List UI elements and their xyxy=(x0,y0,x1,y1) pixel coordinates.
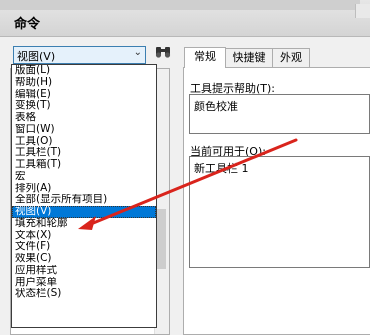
tab-general[interactable]: 常规 xyxy=(184,47,226,68)
tab-general-label: 常规 xyxy=(194,50,216,63)
